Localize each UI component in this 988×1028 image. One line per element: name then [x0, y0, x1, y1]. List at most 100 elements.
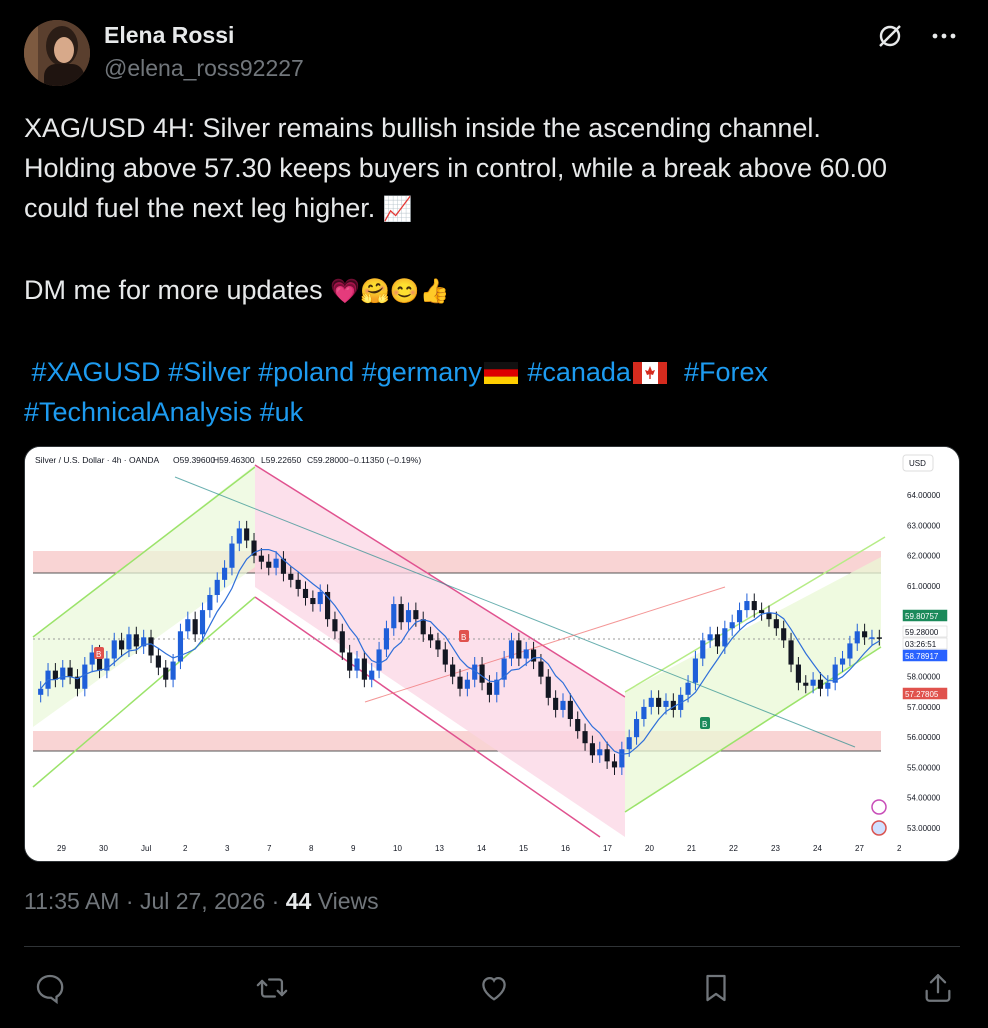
candle-body	[244, 528, 250, 541]
x-tick-label: 8	[309, 844, 314, 853]
candle-body	[538, 661, 544, 677]
candle-body	[126, 634, 132, 650]
candle-body	[192, 619, 198, 635]
candle-body	[479, 664, 485, 683]
candle-body	[177, 631, 184, 662]
x-tick-label: 22	[729, 844, 738, 853]
price-label-text: 59.80757	[905, 612, 939, 621]
candle-body	[229, 543, 235, 568]
hashtag-uk[interactable]: #uk	[260, 397, 304, 427]
tweet-text: XAG/USD 4H: Silver remains bullish insid…	[24, 108, 964, 432]
y-tick-label: 64.00000	[907, 491, 941, 500]
candle-body	[332, 619, 338, 632]
x-tick-label: 16	[561, 844, 570, 853]
y-tick-label: 54.00000	[907, 794, 941, 803]
x-tick-label: 29	[57, 844, 66, 853]
hashtag-silver[interactable]: #Silver	[168, 357, 251, 387]
ohlc-high: H59.46300	[213, 455, 255, 465]
candle-body	[663, 700, 669, 707]
repost-icon[interactable]	[250, 966, 294, 1010]
x-tick-label: 23	[771, 844, 780, 853]
author-name[interactable]: Elena Rossi	[104, 22, 234, 49]
candle-body	[420, 619, 426, 635]
support-zone	[33, 731, 881, 751]
views-label: Views	[317, 888, 379, 914]
candle-body	[391, 604, 397, 629]
candle-body	[376, 649, 382, 671]
flag-us-icon	[871, 820, 887, 836]
heart-icon[interactable]	[472, 966, 516, 1010]
tweet-date[interactable]: Jul 27, 2026	[140, 888, 265, 914]
avatar[interactable]	[24, 20, 90, 86]
candle-body	[450, 664, 456, 677]
candle-body	[575, 719, 581, 732]
y-tick-label: 58.00000	[907, 673, 941, 682]
candle-body	[119, 640, 125, 650]
candle-body	[759, 610, 765, 614]
candle-body	[611, 761, 618, 768]
candle-body	[803, 682, 809, 686]
candle-body	[795, 664, 801, 683]
ohlc-open: O59.39600	[173, 455, 215, 465]
share-icon[interactable]	[916, 966, 960, 1010]
candle-body	[317, 591, 323, 605]
y-tick-label: 55.00000	[907, 763, 941, 772]
candle-body	[656, 697, 662, 707]
candle-body	[361, 658, 367, 680]
bookmark-icon[interactable]	[694, 966, 738, 1010]
candle-body	[369, 670, 375, 680]
hashtag-germany[interactable]: #germany	[362, 357, 482, 387]
candle-body	[707, 634, 713, 641]
candle-body	[133, 634, 139, 647]
price-label-text: 03:26:51	[905, 640, 937, 649]
ohlc-low: L59.22650	[261, 455, 301, 465]
x-tick-label: 27	[855, 844, 864, 853]
canada-flag-icon	[632, 362, 667, 384]
candle-body	[685, 682, 691, 695]
author-handle[interactable]: @elena_ross92227	[104, 55, 304, 82]
divider	[24, 946, 960, 947]
x-tick-label: Jul	[141, 844, 151, 853]
hashtag-xagusd[interactable]: #XAGUSD	[32, 357, 161, 387]
y-tick-label: 53.00000	[907, 824, 941, 833]
chart-image[interactable]: Silver / U.S. Dollar · 4h · OANDA O59.39…	[24, 446, 960, 862]
candle-body	[810, 679, 816, 686]
more-icon[interactable]	[928, 20, 960, 52]
candle-body	[582, 731, 588, 744]
candle-body	[648, 697, 654, 707]
x-tick-label: 2	[183, 844, 188, 853]
candle-body	[413, 610, 419, 620]
x-tick-label: 13	[435, 844, 444, 853]
avatar-image	[24, 20, 90, 86]
candle-body	[766, 613, 772, 620]
x-tick-label: 10	[393, 844, 402, 853]
candle-body	[736, 610, 743, 623]
candle-body	[641, 706, 647, 720]
reply-icon[interactable]	[28, 966, 72, 1010]
x-tick-label: 24	[813, 844, 822, 853]
hashtag-poland[interactable]: #poland	[258, 357, 354, 387]
hashtag-canada[interactable]: #canada	[527, 357, 631, 387]
marker-b-2-label: B	[461, 633, 466, 642]
candle-body	[854, 631, 860, 644]
candle-body	[266, 561, 272, 568]
y-tick-label: 56.00000	[907, 733, 941, 742]
x-tick-label: 2	[897, 844, 902, 853]
candle-body	[347, 652, 353, 671]
candle-body	[383, 628, 390, 650]
tweet-time[interactable]: 11:35 AM	[24, 888, 119, 914]
chart-emoji: 📈	[382, 196, 413, 223]
candle-body	[207, 594, 213, 611]
price-label-text: 59.28000	[905, 628, 939, 637]
x-axis: 29 30 Jul 2 3 7 8 9 10 13 14 15 16 17 20 21 22 23 24 27 2	[57, 844, 902, 853]
candle-body	[82, 664, 88, 689]
candle-body	[170, 661, 176, 680]
candle-body	[464, 679, 470, 689]
marker-b-1-label: B	[96, 650, 101, 659]
slashed-circle-icon[interactable]	[874, 20, 906, 52]
candle-body	[222, 567, 228, 580]
action-bar	[28, 966, 960, 1010]
hashtag-forex[interactable]: #Forex	[684, 357, 768, 387]
hashtag-technicalanalysis[interactable]: #TechnicalAnalysis	[24, 397, 252, 427]
candle-body	[516, 640, 522, 659]
